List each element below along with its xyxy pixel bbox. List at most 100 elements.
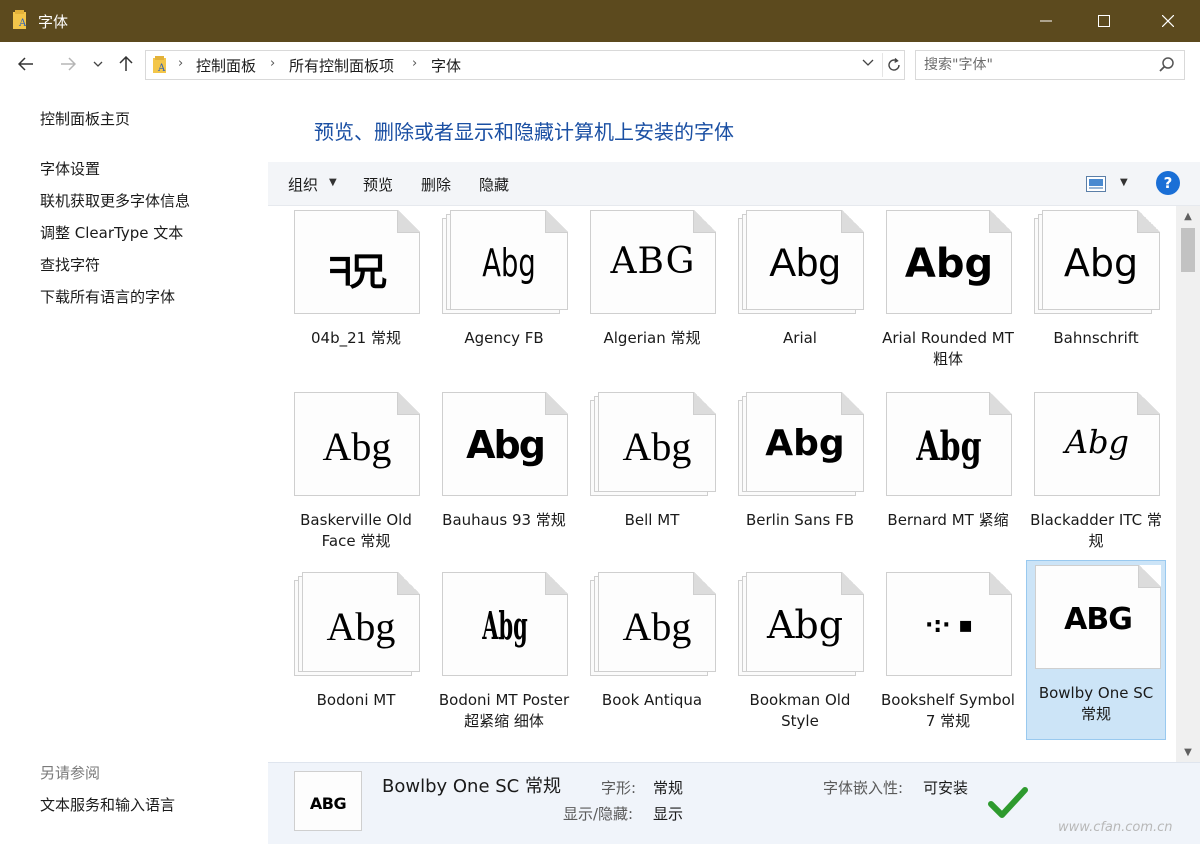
address-history-button[interactable] [862, 57, 876, 73]
font-file-icon: ABG [1035, 565, 1161, 669]
svg-text:A: A [157, 63, 166, 74]
font-tile[interactable]: Abg Agency FB [434, 206, 574, 382]
address-bar[interactable]: A › 控制面板 › 所有控制面板项 › 字体 [145, 50, 905, 80]
font-embeddability-value: 可安装 [923, 779, 969, 797]
font-file-icon: Abg [442, 392, 568, 496]
window-title: 字体 [38, 13, 69, 31]
hide-button[interactable]: 隐藏 [479, 174, 509, 195]
show-hide-value: 显示 [653, 805, 684, 823]
font-tile[interactable]: ABG Bowlby One SC 常规 [1026, 560, 1166, 740]
font-sample-text: Abg [622, 604, 692, 649]
breadcrumb-fonts[interactable]: 字体 [431, 55, 461, 76]
breadcrumb-separator-icon[interactable]: › [270, 56, 275, 71]
scroll-down-button[interactable]: ▼ [1176, 742, 1200, 762]
font-file-icon: Abg [886, 392, 1012, 496]
preview-button[interactable]: 预览 [363, 174, 393, 195]
font-tile[interactable]: ABG Algerian 常规 [582, 206, 722, 382]
font-name-label: Book Antiqua [601, 691, 703, 709]
font-sample-text: Abg [904, 241, 994, 287]
font-tile[interactable]: Abg Bernard MT 紧缩 [878, 388, 1018, 564]
font-tile[interactable]: Abg Bahnschrift [1026, 206, 1166, 382]
font-sample-text: Abg [765, 423, 845, 464]
font-sample-text: Abg [766, 603, 844, 647]
scroll-thumb[interactable] [1181, 228, 1195, 272]
font-tile[interactable]: Abg Blackadder ITC 常规 [1026, 388, 1166, 564]
font-file-icon: Abg [590, 572, 716, 676]
navigation-bar: A › 控制面板 › 所有控制面板项 › 字体 [0, 42, 1200, 86]
find-character-link[interactable]: 查找字符 [40, 254, 100, 275]
font-tile[interactable]: Abg Bauhaus 93 常规 [434, 388, 574, 564]
font-tile[interactable]: Abg Book Antiqua [582, 568, 722, 744]
font-tile[interactable]: Abg Bell MT [582, 388, 722, 564]
svg-text:A: A [18, 18, 27, 29]
font-name-label: 04b_21 常规 [311, 329, 401, 347]
title-bar: A 字体 [0, 0, 1200, 42]
breadcrumb-separator-icon[interactable]: › [178, 56, 183, 71]
font-file-icon: Abg [738, 572, 864, 676]
font-name-label: Bell MT [624, 511, 680, 529]
search-icon[interactable] [1158, 56, 1176, 74]
vertical-scrollbar[interactable]: ▲ ▼ [1176, 206, 1200, 762]
font-tile[interactable]: Abg Arial Rounded MT 粗体 [878, 206, 1018, 382]
search-input[interactable] [924, 55, 1154, 75]
forward-button[interactable] [56, 52, 80, 76]
recent-locations-button[interactable] [88, 52, 108, 76]
organize-button[interactable]: 组织 [288, 174, 318, 195]
font-sample-text: ABG [610, 241, 696, 282]
adjust-cleartype-link[interactable]: 调整 ClearType 文本 [40, 222, 183, 243]
close-icon [1162, 15, 1174, 27]
font-tile[interactable]: Abg Berlin Sans FB [730, 388, 870, 564]
font-tile[interactable]: Abg Bodoni MT [286, 568, 426, 744]
font-style-value: 常规 [653, 779, 684, 797]
font-name-label: Bowlby One SC 常规 [1038, 684, 1154, 723]
left-pane: 控制面板主页 字体设置 联机获取更多字体信息 调整 ClearType 文本 查… [0, 86, 268, 844]
breadcrumb-all-items[interactable]: 所有控制面板项 [289, 55, 394, 76]
scroll-up-button[interactable]: ▲ [1176, 206, 1200, 226]
font-sample-text: Abg [916, 423, 982, 470]
selected-font-sample: ABG [309, 794, 347, 813]
font-file-icon: ABG [590, 210, 716, 314]
maximize-button[interactable] [1076, 0, 1132, 42]
font-name-label: Bahnschrift [1053, 329, 1139, 347]
chevron-down-icon[interactable]: ▼ [329, 177, 337, 188]
font-name-label: Bodoni MT Poster 超紧缩 细体 [438, 691, 570, 730]
refresh-icon [887, 57, 900, 71]
close-button[interactable] [1140, 0, 1196, 42]
page-title: 预览、删除或者显示和隐藏计算机上安装的字体 [314, 120, 734, 144]
font-file-icon: Abg [294, 572, 420, 676]
delete-button[interactable]: 删除 [421, 174, 451, 195]
help-button[interactable]: ? [1156, 171, 1180, 195]
back-button[interactable] [14, 52, 38, 76]
back-arrow-icon [18, 57, 33, 71]
search-box[interactable] [915, 50, 1185, 80]
font-sample-text: Abg [769, 241, 841, 285]
font-file-icon: Abg [590, 392, 716, 496]
font-file-icon: Abg [886, 210, 1012, 314]
text-services-link[interactable]: 文本服务和输入语言 [40, 794, 175, 815]
breadcrumb-control-panel[interactable]: 控制面板 [196, 55, 256, 76]
get-more-fonts-online-link[interactable]: 联机获取更多字体信息 [40, 190, 190, 211]
font-tile[interactable]: Abg Bodoni MT Poster 超紧缩 细体 [434, 568, 574, 744]
font-tile[interactable]: Abg Bookman Old Style [730, 568, 870, 744]
control-panel-home-link[interactable]: 控制面板主页 [40, 108, 130, 129]
minimize-button[interactable] [1018, 0, 1074, 42]
view-options-icon[interactable] [1086, 176, 1106, 192]
see-also-heading: 另请参阅 [40, 764, 101, 782]
breadcrumb-separator-icon[interactable]: › [412, 56, 417, 71]
up-button[interactable] [114, 52, 138, 76]
font-grid: ᖷ兄 04b_21 常规 Abg Agency FB ABG Algerian 常规 Abg… [268, 206, 1176, 762]
font-settings-link[interactable]: 字体设置 [40, 158, 100, 179]
font-tile[interactable]: Abg Arial [730, 206, 870, 382]
refresh-button[interactable] [882, 53, 904, 77]
watermark-text: www.cfan.com.cn [1058, 820, 1173, 835]
font-tile[interactable]: Abg Baskerville Old Face 常规 [286, 388, 426, 564]
download-all-fonts-link[interactable]: 下载所有语言的字体 [40, 286, 175, 307]
font-sample-text: Abg [1064, 423, 1130, 461]
font-sample-text: Abg [622, 424, 692, 469]
font-name-label: Arial [783, 329, 817, 347]
font-sample-text: Abg [482, 603, 528, 648]
font-name-label: Arial Rounded MT 粗体 [882, 329, 1014, 368]
font-tile[interactable]: ·:· ▪ Bookshelf Symbol 7 常规 [878, 568, 1018, 744]
font-tile[interactable]: ᖷ兄 04b_21 常规 [286, 206, 426, 382]
view-dropdown-icon[interactable]: ▼ [1120, 177, 1128, 188]
